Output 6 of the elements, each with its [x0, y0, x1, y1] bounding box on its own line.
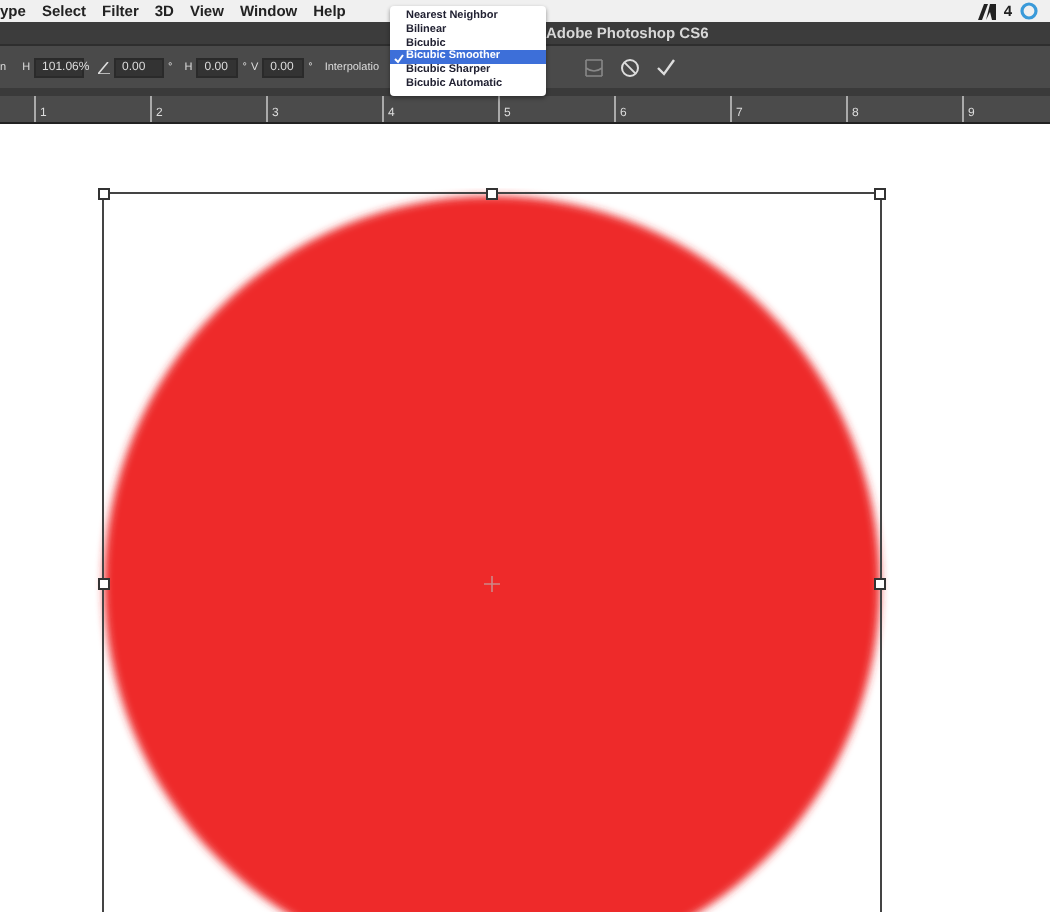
angle-icon — [98, 61, 111, 73]
sync-icon[interactable] — [1020, 2, 1038, 20]
checkmark-icon[interactable] — [655, 57, 676, 77]
warp-icon[interactable] — [583, 57, 604, 77]
cancel-icon[interactable] — [619, 57, 640, 77]
adobe-logo-icon — [977, 3, 996, 19]
